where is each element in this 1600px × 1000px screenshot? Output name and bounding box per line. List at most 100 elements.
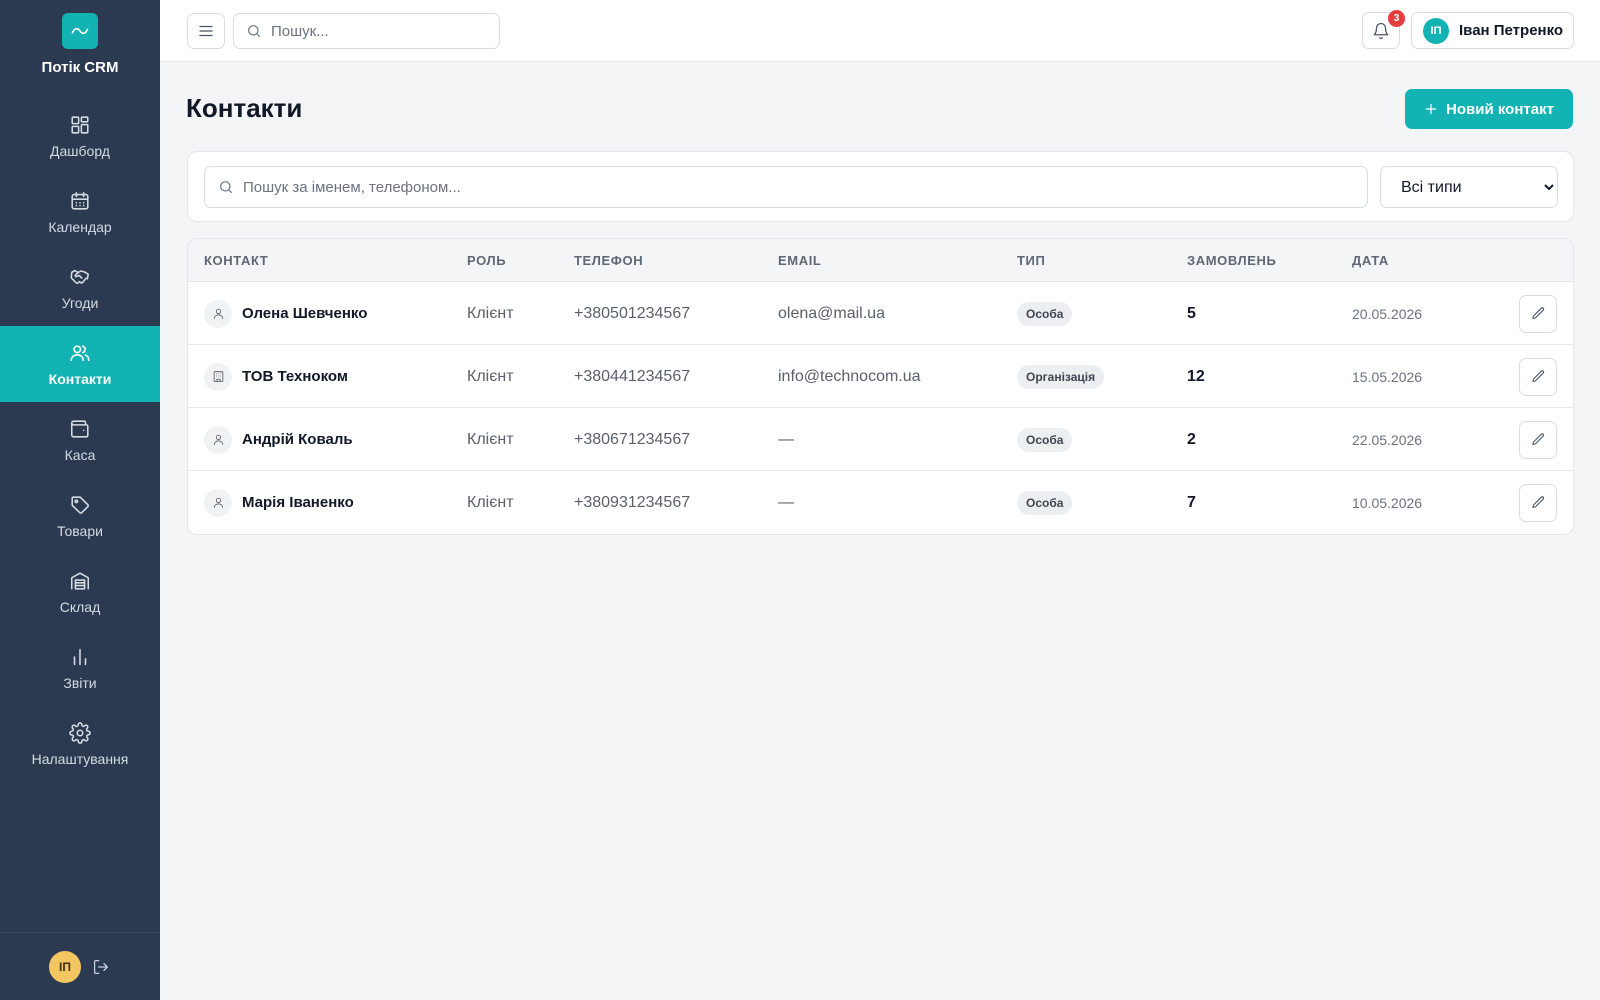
handshake-icon <box>70 269 90 284</box>
orders-cell: 12 <box>1187 367 1205 385</box>
type-filter-select[interactable]: Всі типи <box>1380 166 1558 208</box>
pencil-icon <box>1531 307 1544 320</box>
column-header-date[interactable]: Дата <box>1352 239 1389 282</box>
gear-icon <box>69 721 91 744</box>
type-cell: Особа <box>1017 282 1073 345</box>
contact-name[interactable]: ТОВ Техноком <box>242 368 348 385</box>
sidebar-item-warehouse[interactable]: Склад <box>0 554 160 630</box>
global-search-input[interactable] <box>271 22 499 40</box>
sidebar-item-label: Дашборд <box>50 142 110 159</box>
table-row[interactable]: Марія Іваненко Клієнт +380931234567 — Ос… <box>188 471 1573 534</box>
topbar: 3 ІП Іван Петренко <box>160 0 1600 62</box>
table-row[interactable]: ТОВ Техноком Клієнт +380441234567 info@t… <box>188 345 1573 408</box>
person-icon <box>204 488 232 517</box>
wallet-icon <box>70 419 89 438</box>
column-header-type[interactable]: Тип <box>1017 239 1045 282</box>
contact-search-input[interactable] <box>243 178 1367 196</box>
sidebar-item-products[interactable]: Товари <box>0 478 160 554</box>
logo-icon <box>62 13 98 49</box>
contact-name[interactable]: Марія Іваненко <box>242 494 354 511</box>
hamburger-icon <box>199 25 213 37</box>
avatar: ІП <box>1423 17 1449 44</box>
sidebar-item-calendar[interactable]: Календар <box>0 174 160 250</box>
type-badge: Організація <box>1017 364 1105 389</box>
type-cell: Особа <box>1017 471 1073 534</box>
edit-button[interactable] <box>1519 420 1557 459</box>
edit-button[interactable] <box>1519 294 1557 333</box>
phone-cell: +380931234567 <box>574 493 691 511</box>
sidebar-item-label: Календар <box>48 218 112 235</box>
users-icon <box>70 344 90 361</box>
email-cell: — <box>778 430 794 448</box>
type-badge: Особа <box>1017 490 1073 515</box>
column-header-email[interactable]: Email <box>778 239 821 282</box>
brand: Потік CRM <box>0 0 160 90</box>
orders-cell: 2 <box>1187 430 1196 448</box>
column-header-orders[interactable]: Замовлень <box>1187 239 1276 282</box>
dashboard-icon <box>71 115 89 134</box>
sidebar-item-label: Контакти <box>48 370 112 387</box>
contact-cell: Андрій Коваль <box>204 408 353 471</box>
column-header-role[interactable]: Роль <box>467 239 506 282</box>
column-header-phone[interactable]: Телефон <box>574 239 643 282</box>
contact-name[interactable]: Олена Шевченко <box>242 305 367 322</box>
role-cell: Клієнт <box>467 304 514 322</box>
contact-cell: Марія Іваненко <box>204 471 354 534</box>
logout-button[interactable] <box>91 957 111 977</box>
contacts-table: Контакт Роль Телефон Email Тип Замовлень… <box>187 238 1574 535</box>
notifications-badge: 3 <box>1388 10 1405 27</box>
date-cell: 22.05.2026 <box>1352 431 1423 448</box>
date-cell: 10.05.2026 <box>1352 494 1423 511</box>
bar-chart-icon <box>73 648 87 665</box>
phone-cell: +380441234567 <box>574 367 691 385</box>
building-icon <box>204 362 232 391</box>
column-header-contact[interactable]: Контакт <box>204 239 268 282</box>
notifications-button[interactable]: 3 <box>1362 10 1405 49</box>
email-cell: olena@mail.ua <box>778 304 885 322</box>
pencil-icon <box>1531 370 1544 383</box>
edit-cell <box>1519 471 1557 534</box>
sidebar-item-label: Каса <box>64 446 96 463</box>
sidebar-item-label: Налаштування <box>31 750 129 767</box>
contact-cell: ТОВ Техноком <box>204 345 348 408</box>
type-cell: Організація <box>1017 345 1105 408</box>
user-name: Іван Петренко <box>1459 22 1564 39</box>
bell-icon <box>1373 22 1389 39</box>
sidebar-item-deals[interactable]: Угоди <box>0 250 160 326</box>
edit-cell <box>1519 282 1557 345</box>
table-row[interactable]: Андрій Коваль Клієнт +380671234567 — Осо… <box>188 408 1573 471</box>
new-contact-button[interactable]: Новий контакт <box>1405 89 1573 129</box>
edit-button[interactable] <box>1519 357 1557 396</box>
page-title: Контакти <box>186 93 303 123</box>
table-row[interactable]: Олена Шевченко Клієнт +380501234567 olen… <box>188 282 1573 345</box>
person-icon <box>204 299 232 328</box>
type-badge: Особа <box>1017 301 1073 326</box>
contact-name[interactable]: Андрій Коваль <box>242 431 353 448</box>
email-cell: info@technocom.ua <box>778 367 921 385</box>
phone-cell: +380501234567 <box>574 304 691 322</box>
sidebar-item-label: Склад <box>59 598 101 615</box>
user-menu-button[interactable]: ІП Іван Петренко <box>1411 12 1574 49</box>
sidebar-item-dashboard[interactable]: Дашборд <box>0 98 160 174</box>
sidebar-item-cash[interactable]: Каса <box>0 402 160 478</box>
orders-cell: 5 <box>1187 304 1196 322</box>
pencil-icon <box>1531 496 1544 509</box>
sidebar-item-contacts[interactable]: Контакти <box>0 326 160 402</box>
warehouse-icon <box>70 571 90 590</box>
avatar[interactable]: ІП <box>49 950 81 983</box>
menu-toggle-button[interactable] <box>187 13 225 49</box>
edit-button[interactable] <box>1519 483 1557 522</box>
contact-cell: Олена Шевченко <box>204 282 367 345</box>
sidebar-item-label: Звіти <box>63 674 97 691</box>
sidebar: Потік CRM Дашборд Календар Угоди Контакт… <box>0 0 160 1000</box>
person-icon <box>204 425 232 454</box>
filters-panel: Всі типи <box>187 151 1574 222</box>
sidebar-item-settings[interactable]: Налаштування <box>0 706 160 782</box>
edit-cell <box>1519 408 1557 471</box>
sidebar-item-reports[interactable]: Звіти <box>0 630 160 706</box>
role-cell: Клієнт <box>467 430 514 448</box>
plus-icon <box>1425 103 1437 115</box>
global-search <box>233 13 500 49</box>
calendar-icon <box>71 191 89 210</box>
tag-icon <box>71 495 89 514</box>
